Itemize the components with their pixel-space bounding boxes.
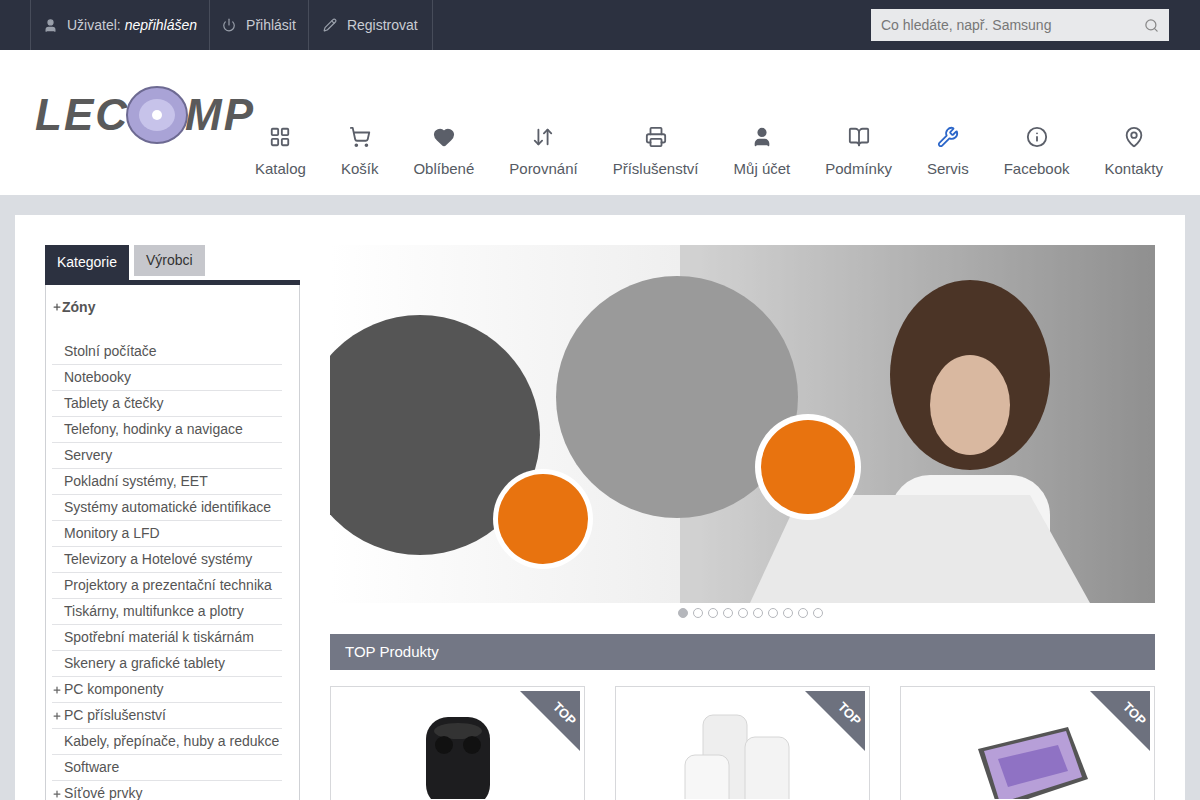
register-link[interactable]: Registrovat [309,0,433,50]
slider-dots [330,608,1155,618]
product-card[interactable]: TOP [900,686,1155,800]
slider-dot[interactable] [798,608,808,618]
nav-icon [937,126,959,148]
category-item[interactable]: PC příslušenství [52,703,282,729]
category-item[interactable]: Tablety a čtečky [52,391,282,417]
zone-row[interactable]: Zóny [52,297,282,317]
product-grid: TOP TOP TOP [330,686,1155,800]
top-products-header: TOP Produkty [330,634,1155,670]
product-card[interactable]: TOP [330,686,585,800]
plus-icon [52,711,62,721]
category-item[interactable]: Tiskárny, multifunkce a plotry [52,599,282,625]
plus-icon [52,685,62,695]
top-bar: Uživatel:nepřihlášenPřihlásitRegistrovat… [0,0,1200,50]
nav-item[interactable]: Můj účet [734,126,791,195]
nav-item[interactable]: Oblíbené [413,126,474,195]
nav-icon [751,126,773,148]
category-item[interactable]: Pokladní systémy, EET [52,469,282,495]
slider-dot[interactable] [738,608,748,618]
nav-icon [848,126,870,148]
slider-dot[interactable] [708,608,718,618]
nav-item[interactable]: Katalog [255,126,306,195]
sidebar: KategorieVýrobci Zóny Stolní počítačeNoteb… [45,245,300,800]
category-box: Zóny Stolní počítačeNotebookyTablety a čt… [45,285,300,800]
category-item[interactable]: Spotřební materiál k tiskárnám [52,625,282,651]
category-item[interactable]: Telefony, hodinky a navigace [52,417,282,443]
sidebar-tab[interactable]: Výrobci [134,245,205,276]
mesh-router-picture [673,709,813,799]
slider-dot[interactable] [753,608,763,618]
earbuds-picture [398,709,518,799]
nav-item[interactable]: Porovnání [509,126,577,195]
top-badge: TOP [520,691,580,751]
banner-picture [330,245,1155,603]
search-field[interactable]: Co hledáte, např. Samsung [871,9,1169,41]
top-badge: TOP [1090,691,1150,751]
logo[interactable]: LECMP [0,50,255,160]
nav-icon [1123,126,1145,148]
nav-icon [532,126,554,148]
slider-dot[interactable] [768,608,778,618]
user-value: nepřihlášen [125,15,197,36]
nav-icon [349,126,371,148]
nav-item[interactable]: Příslušenství [613,126,699,195]
user-icon [43,18,58,33]
content-panel: KategorieVýrobci Zóny Stolní počítačeNoteb… [15,215,1185,800]
nav-icon [645,126,667,148]
slider-dot[interactable] [783,608,793,618]
product-card[interactable]: TOP [615,686,870,800]
category-item[interactable]: Televizory a Hotelové systémy [52,547,282,573]
sidebar-tabs: KategorieVýrobci [45,245,300,285]
category-item[interactable]: Skenery a grafické tablety [52,651,282,677]
slider-dot[interactable] [813,608,823,618]
search-icon[interactable] [1144,18,1159,33]
category-item[interactable]: Síťové prvky [52,781,282,800]
category-item[interactable]: Software [52,755,282,781]
sidebar-tab[interactable]: Kategorie [45,245,129,280]
main-nav: Katalog Košík Oblíbené Porovnání Příslušenst… [255,50,1200,195]
category-item[interactable]: Projektory a prezentační technika [52,573,282,599]
slider-dot[interactable] [693,608,703,618]
top-badge: TOP [805,691,865,751]
nav-item[interactable]: Podmínky [825,126,892,195]
nav-item[interactable]: Kontakty [1105,126,1163,195]
category-item[interactable]: Servery [52,443,282,469]
nav-icon [269,126,291,148]
category-item[interactable]: Notebooky [52,365,282,391]
slider-dot[interactable] [678,608,688,618]
category-item[interactable]: PC komponenty [52,677,282,703]
category-item[interactable]: Systémy automatické identifikace [52,495,282,521]
nav-icon [433,126,455,148]
power-icon [222,18,236,32]
disc-icon [125,85,189,145]
header: LECMPKatalog Košík Oblíbené Porovnání Příslu… [0,50,1200,195]
page: Uživatel:nepřihlášenPřihlásitRegistrovat… [0,0,1200,800]
user-label: Uživatel: [67,15,121,36]
slider-dot[interactable] [723,608,733,618]
banner[interactable] [330,245,1155,603]
nav-item[interactable]: Servis [927,126,969,195]
login-link[interactable]: Přihlásit [210,0,309,50]
plus-icon [52,302,62,312]
nav-item[interactable]: Facebook [1004,126,1070,195]
nav-icon [1026,126,1048,148]
main-area: TOP Produkty TOP TOP TOP [330,245,1155,800]
plus-icon [52,789,62,799]
category-item[interactable]: Stolní počítače [52,339,282,365]
pencil-icon [323,18,337,32]
nav-item[interactable]: Košík [341,126,379,195]
tablet-picture [958,709,1098,799]
user-status: Uživatel:nepřihlášen [30,0,210,50]
category-item[interactable]: Monitory a LFD [52,521,282,547]
category-item[interactable]: Kabely, přepínače, huby a redukce [52,729,282,755]
